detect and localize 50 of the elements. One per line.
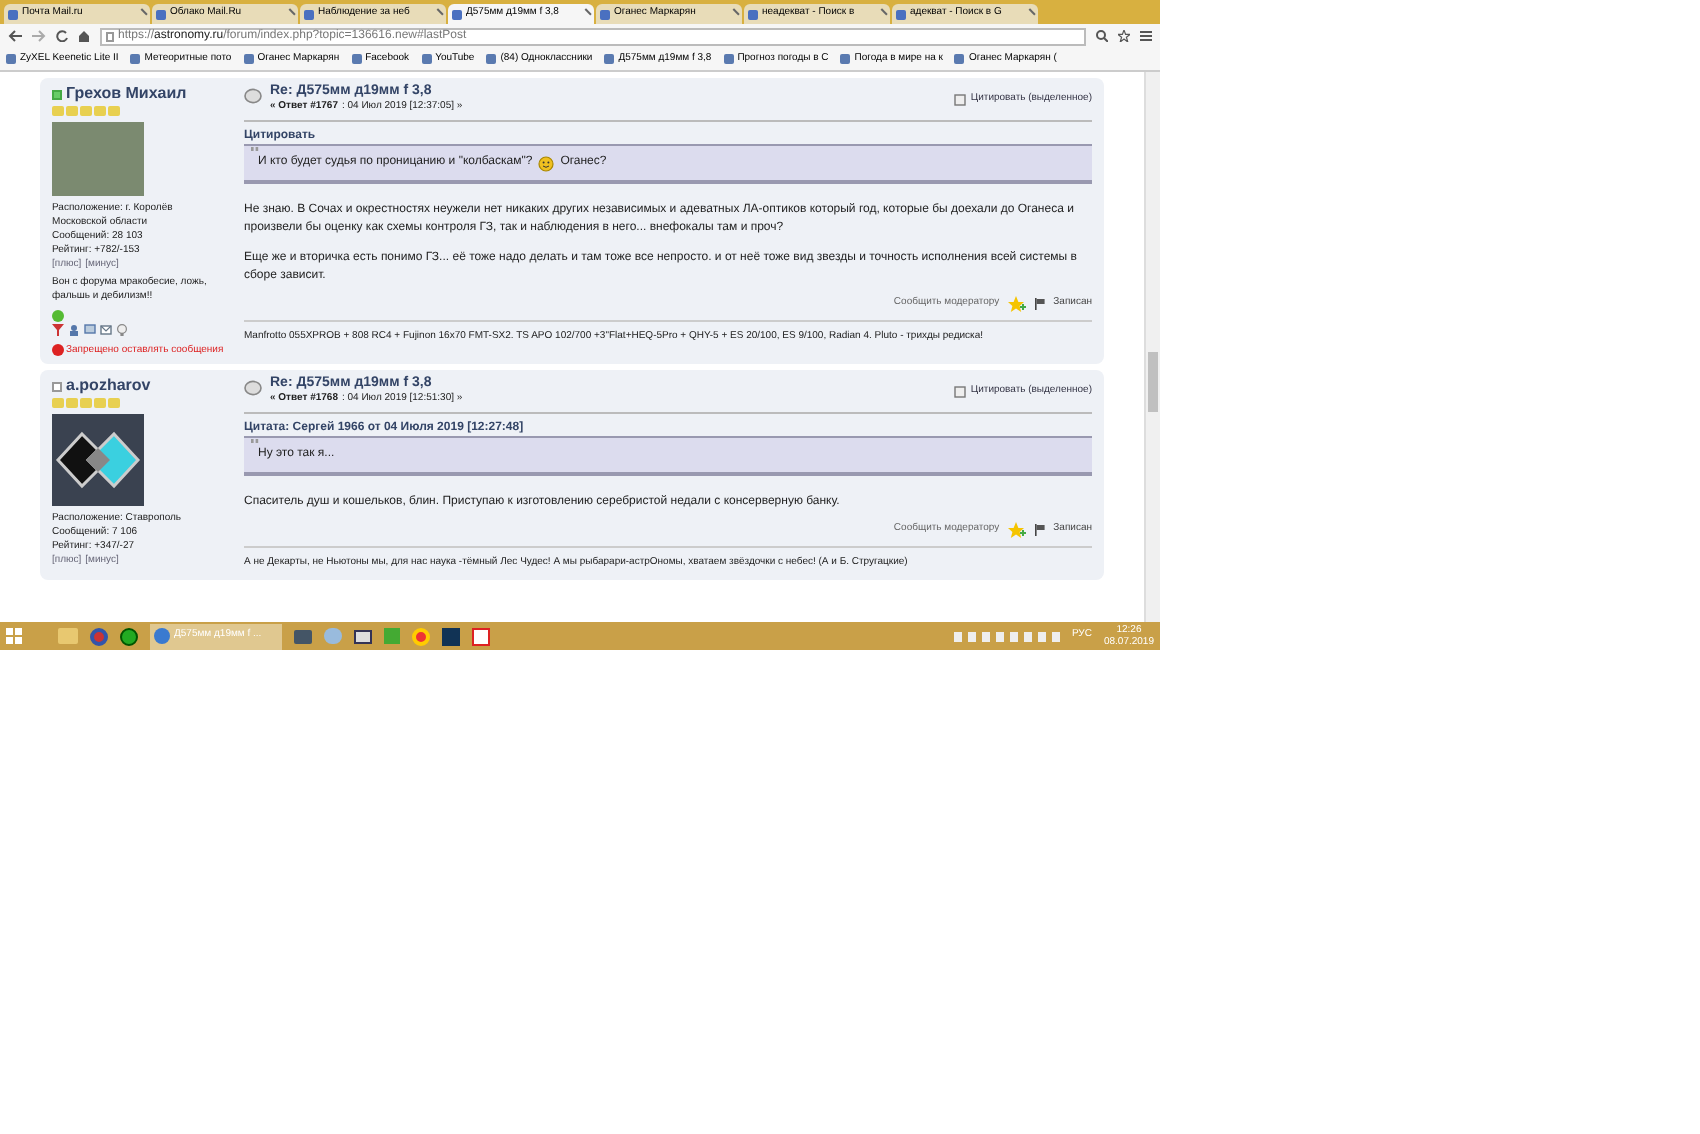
menu-icon[interactable]	[1140, 30, 1152, 42]
site-icon	[156, 9, 166, 19]
tile-icon[interactable]	[472, 627, 490, 645]
site-icon	[243, 54, 254, 64]
site-icon	[954, 54, 965, 64]
flag-icon	[1033, 524, 1046, 536]
lightbulb-icon[interactable]	[116, 324, 128, 336]
monitor-icon[interactable]	[354, 629, 372, 643]
quote-marks-icon	[250, 146, 260, 154]
quote-icon	[954, 385, 967, 398]
post-icon	[244, 380, 262, 396]
star-plus-icon[interactable]	[1007, 522, 1026, 538]
site-icon	[6, 54, 16, 64]
site-icon	[304, 9, 314, 19]
site-icon	[8, 9, 18, 19]
photo-placeholder	[52, 122, 144, 196]
page-icon	[106, 31, 114, 41]
forward-arrow-icon[interactable]	[32, 30, 46, 42]
site-icon	[130, 54, 141, 64]
home-icon[interactable]	[78, 30, 90, 42]
site-icon	[723, 54, 734, 64]
person-icon[interactable]	[68, 324, 80, 336]
post-icon	[244, 88, 262, 104]
author-name[interactable]: Грехов Михаил	[66, 84, 187, 104]
globe-icon	[154, 628, 170, 644]
author-name[interactable]: a.pozharov	[66, 376, 151, 396]
site-icon	[896, 9, 906, 19]
site-icon	[486, 54, 497, 64]
site-icon	[604, 54, 615, 64]
back-arrow-icon[interactable]	[8, 30, 22, 42]
scrollbar[interactable]	[1144, 72, 1160, 622]
site-icon	[748, 9, 758, 19]
diamond-logo-icon	[52, 414, 144, 506]
windows-logo-icon[interactable]	[6, 628, 22, 644]
site-icon	[600, 9, 610, 19]
tile-icon[interactable]	[442, 627, 460, 645]
quote-marks-icon	[250, 438, 260, 446]
site-icon	[452, 9, 462, 19]
star-plus-icon[interactable]	[1007, 296, 1026, 312]
reload-icon[interactable]	[56, 30, 68, 42]
target-icon[interactable]	[90, 627, 108, 645]
flag-icon	[1033, 298, 1046, 310]
bookmark-star-icon[interactable]	[1118, 30, 1130, 42]
filter-icon[interactable]	[52, 324, 64, 336]
site-icon	[351, 54, 362, 64]
zoom-icon[interactable]	[1096, 30, 1108, 42]
envelope-icon[interactable]	[100, 324, 112, 336]
quote-icon	[954, 93, 967, 106]
site-icon	[840, 54, 851, 64]
site-icon	[421, 54, 432, 64]
